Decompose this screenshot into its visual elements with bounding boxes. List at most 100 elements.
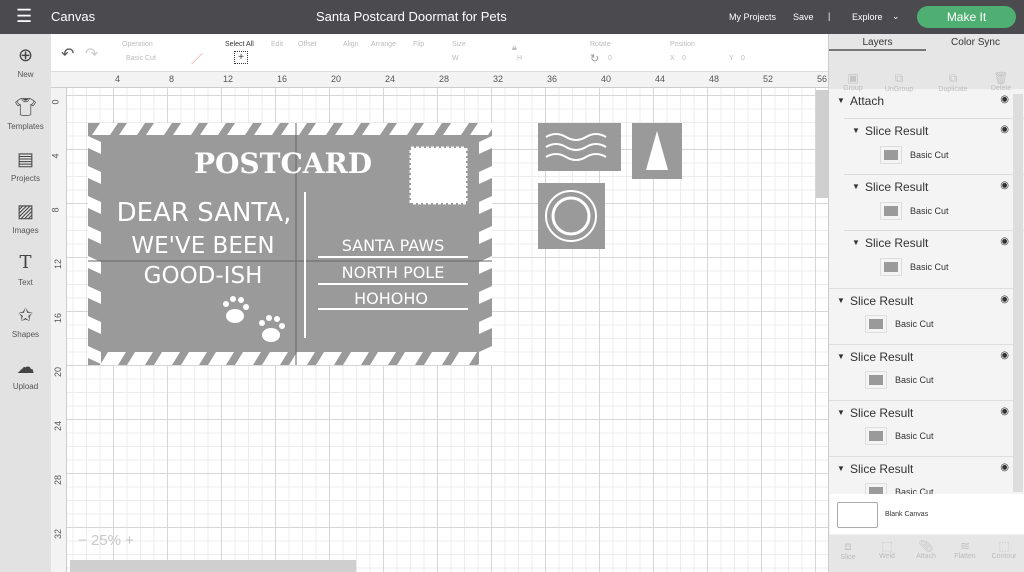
layer-operation[interactable]: Basic Cut <box>895 319 934 329</box>
caret-down-icon[interactable]: ▼ <box>852 126 860 135</box>
trash-icon: 🗑︎ <box>993 71 1009 85</box>
eye-icon[interactable]: ◉ <box>1000 462 1009 473</box>
ruler-tick-label: 44 <box>655 74 666 84</box>
lock-icon[interactable]: 🔒︎ <box>512 42 517 53</box>
eye-icon[interactable]: ◉ <box>1000 294 1009 305</box>
caret-down-icon[interactable]: ▼ <box>852 238 860 247</box>
nav-label: Text <box>18 278 33 287</box>
redo-icon[interactable]: ↷ <box>85 44 98 64</box>
canvas-swatch[interactable] <box>837 502 878 528</box>
y-input[interactable]: 0 <box>741 55 745 62</box>
message-line: GOOD-ISH <box>144 263 263 289</box>
ruler-tick-label: 32 <box>53 528 64 540</box>
layer-operation[interactable]: Basic Cut <box>895 431 934 441</box>
tool-label: Slice <box>840 554 856 561</box>
eye-icon[interactable]: ◉ <box>1000 350 1009 361</box>
select-all-label: Select All <box>225 41 254 48</box>
hamburger-icon[interactable]: ☰ <box>16 6 32 27</box>
x-input[interactable]: 0 <box>682 55 686 62</box>
eye-icon[interactable]: ◉ <box>1000 124 1009 135</box>
layers-panel: Layers Color Sync ▣ Group ⧉ UnGroup ⧉ Dupli… <box>828 34 1024 572</box>
caret-down-icon[interactable]: ▼ <box>837 408 845 417</box>
tab-layers[interactable]: Layers <box>829 34 926 51</box>
width-input[interactable]: W <box>452 55 459 62</box>
circle-stamp-piece <box>538 183 605 249</box>
blank-canvas-label: Blank Canvas <box>885 511 929 518</box>
offset-button[interactable]: Offset <box>298 41 317 48</box>
nav-upload[interactable]: ☁ Upload <box>0 356 51 391</box>
horizontal-scrollbar[interactable] <box>70 560 356 572</box>
save-button[interactable]: Save <box>793 12 814 22</box>
caret-down-icon[interactable]: ▼ <box>837 464 845 473</box>
duplicate-button[interactable]: ⧉ Duplicate <box>929 71 977 93</box>
divider <box>829 456 1013 457</box>
layer-operation[interactable]: Basic Cut <box>895 375 934 385</box>
eye-icon[interactable]: ◉ <box>1000 180 1009 191</box>
blank-canvas-row[interactable]: Blank Canvas <box>830 494 1024 534</box>
divider <box>829 400 1013 401</box>
ruler-tick-label: 4 <box>115 74 121 84</box>
tab-color-sync[interactable]: Color Sync <box>926 34 1024 51</box>
eye-icon[interactable]: ◉ <box>1000 94 1009 105</box>
layer-operation[interactable]: Basic Cut <box>910 262 949 272</box>
zoom-out-button[interactable]: − <box>78 532 87 549</box>
layer-thumbnail <box>865 315 887 333</box>
group-button[interactable]: ▣ Group <box>829 71 877 92</box>
address-line: SANTA PAWS <box>342 236 445 255</box>
delete-button[interactable]: 🗑︎ Delete <box>977 71 1024 92</box>
postcard-design[interactable]: POSTCARD DEAR SANTA, WE'VE BEEN GOOD-ISH… <box>67 88 828 572</box>
tool-label: Attach <box>916 553 936 560</box>
height-input[interactable]: H <box>517 55 522 62</box>
layer-thumbnail <box>880 146 902 164</box>
caret-down-icon[interactable]: ▼ <box>837 296 845 305</box>
design-canvas[interactable]: POSTCARD DEAR SANTA, WE'VE BEEN GOOD-ISH… <box>67 88 828 572</box>
tool-label: Contour <box>991 553 1017 560</box>
layers-scrollbar[interactable] <box>1013 94 1023 492</box>
undo-icon[interactable]: ↶ <box>61 44 74 64</box>
project-title: Santa Postcard Doormat for Pets <box>316 9 507 24</box>
caret-down-icon[interactable]: ▼ <box>852 182 860 191</box>
zoom-in-button[interactable]: + <box>125 532 134 549</box>
section-title: Canvas <box>51 9 96 24</box>
nav-templates[interactable]: 👕︎ Templates <box>0 96 51 131</box>
ruler-tick-label: 24 <box>53 420 64 432</box>
top-bar: ☰ Canvas Santa Postcard Doormat for Pets… <box>0 0 1024 34</box>
caret-down-icon[interactable]: ▼ <box>837 96 845 105</box>
layer-name: Slice Result <box>850 462 914 476</box>
nav-label: Projects <box>11 174 40 183</box>
ruler-tick-label: 12 <box>53 258 64 270</box>
my-projects-link[interactable]: My Projects <box>729 12 776 22</box>
tshirt-icon: 👕︎ <box>14 97 37 117</box>
nav-projects[interactable]: ▤ Projects <box>0 148 51 183</box>
edit-button[interactable]: Edit <box>271 41 283 48</box>
nav-shapes[interactable]: ✩ Shapes <box>0 304 51 339</box>
nav-new[interactable]: ⊕ New <box>0 44 51 79</box>
ruler-tick-label: 52 <box>763 74 774 84</box>
pen-color-icon[interactable]: ／ <box>191 50 203 67</box>
explore-dropdown[interactable]: Explore <box>852 12 883 22</box>
arrange-button[interactable]: Arrange <box>371 41 396 48</box>
ruler-tick-label: 56 <box>817 74 828 84</box>
vertical-scrollbar[interactable] <box>816 90 828 198</box>
operation-select[interactable]: Basic Cut <box>126 55 156 62</box>
eye-icon[interactable]: ◉ <box>1000 236 1009 247</box>
eye-icon[interactable]: ◉ <box>1000 406 1009 417</box>
rotate-input[interactable]: 0 <box>608 55 612 62</box>
nav-images[interactable]: ▨ Images <box>0 200 51 235</box>
ruler-tick-label: 4 <box>50 153 61 159</box>
nav-label: New <box>17 70 34 79</box>
flip-button[interactable]: Flip <box>413 41 424 48</box>
contour-button[interactable]: ⬚ Contour <box>980 539 1024 560</box>
layer-operation[interactable]: Basic Cut <box>910 150 949 160</box>
ungroup-button[interactable]: ⧉ UnGroup <box>875 71 923 93</box>
align-button[interactable]: Align <box>343 41 359 48</box>
make-it-button[interactable]: Make It <box>917 6 1016 28</box>
operation-label: Operation <box>122 41 153 48</box>
caret-down-icon[interactable]: ▼ <box>837 352 845 361</box>
nav-label: Images <box>12 226 39 235</box>
ruler-tick-label: 28 <box>53 474 64 486</box>
nav-text[interactable]: T Text <box>0 252 51 287</box>
select-all-button[interactable]: + <box>234 51 248 64</box>
layer-name: Slice Result <box>865 124 929 138</box>
layer-operation[interactable]: Basic Cut <box>910 206 949 216</box>
